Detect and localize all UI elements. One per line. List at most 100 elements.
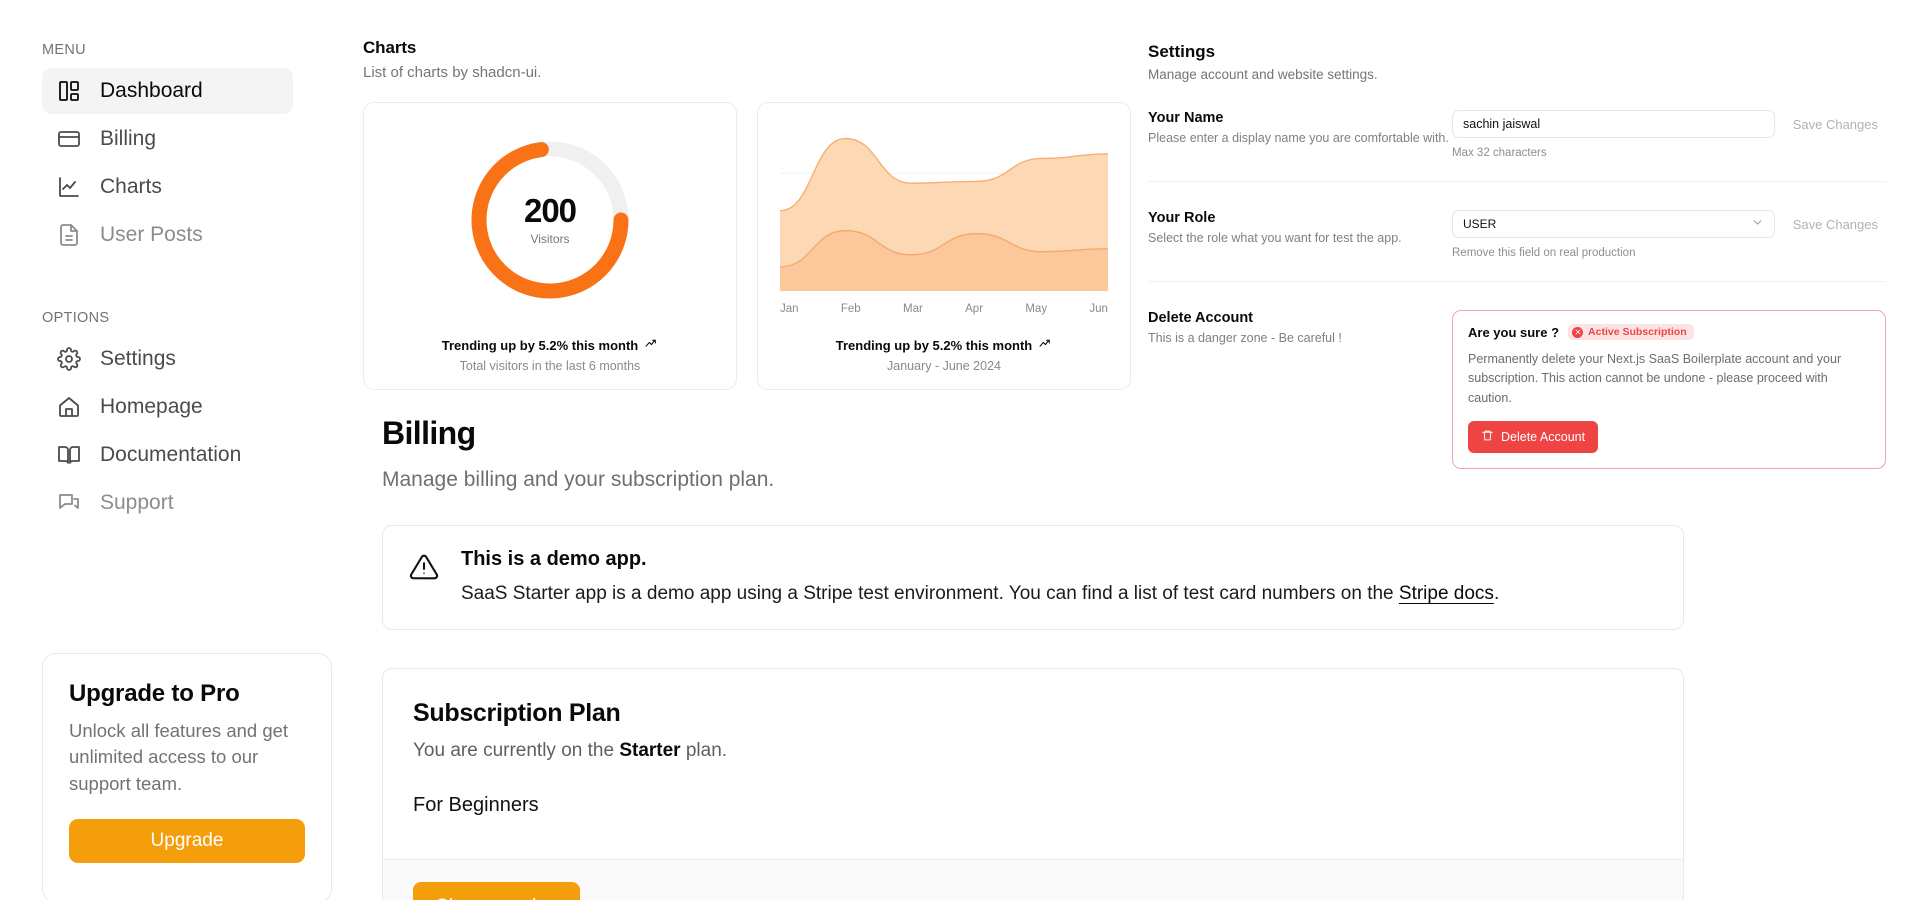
upgrade-to-pro-card: Upgrade to Pro Unlock all features and g…	[42, 653, 332, 900]
sidebar-item-label: Support	[100, 491, 174, 514]
sidebar-group-options-label: OPTIONS	[42, 310, 110, 326]
x-tick: Feb	[840, 302, 861, 315]
charts-section-subtitle: List of charts by shadcn-ui.	[363, 64, 542, 81]
message-square-icon	[56, 490, 82, 516]
sidebar-item-documentation[interactable]: Documentation	[42, 432, 293, 478]
status-badge: Active Subscription	[1568, 324, 1694, 340]
demo-app-alert-content: This is a demo app. SaaS Starter app is …	[461, 548, 1499, 607]
radial-chart-card: 200 Visitors Trending up by 5.2% this mo…	[363, 102, 737, 390]
delete-account-label: Delete Account	[1148, 310, 1254, 326]
settings-row-name-left: Your Name Please enter a display name yo…	[1148, 110, 1452, 159]
billing-section: Billing Manage billing and your subscrip…	[382, 415, 1684, 900]
demo-app-alert-title: This is a demo app.	[461, 548, 647, 570]
your-name-label: Your Name	[1148, 110, 1224, 126]
charts-row: 200 Visitors Trending up by 5.2% this mo…	[363, 102, 1133, 390]
your-role-label: Your Role	[1148, 210, 1216, 226]
sidebar-item-billing[interactable]: Billing	[42, 116, 293, 162]
role-select-value: USER	[1463, 217, 1497, 231]
trending-up-icon	[645, 337, 658, 353]
your-name-help: Please enter a display name you are comf…	[1148, 131, 1449, 145]
radial-chart-value: 200	[523, 192, 577, 229]
sidebar-item-dashboard[interactable]: Dashboard	[42, 68, 293, 114]
sidebar-item-homepage[interactable]: Homepage	[42, 384, 293, 430]
alert-body-before: SaaS Starter app is a demo app using a S…	[461, 583, 1399, 604]
close-circle-icon	[1572, 326, 1584, 338]
sidebar-item-label: Billing	[100, 127, 157, 150]
current-plan-text: You are currently on the Starter plan.	[413, 740, 1653, 762]
sidebar-options-list: Settings Homepage Documentation Support	[0, 336, 335, 526]
sidebar-item-label: Dashboard	[100, 79, 203, 102]
delete-account-help: This is a danger zone - Be careful !	[1148, 331, 1342, 345]
settings-row-name: Your Name Please enter a display name yo…	[1148, 82, 1886, 181]
sidebar-item-label: User Posts	[100, 223, 203, 246]
radial-chart-label: Visitors	[530, 232, 570, 246]
sidebar-item-label: Charts	[100, 175, 162, 198]
radial-chart-footer: Trending up by 5.2% this month Total vis…	[364, 337, 736, 389]
x-tick: Jun	[1089, 302, 1108, 315]
sidebar-item-settings[interactable]: Settings	[42, 336, 293, 382]
sidebar-item-charts[interactable]: Charts	[42, 164, 293, 210]
app-root: MENU Dashboard Billing Charts User Posts…	[0, 0, 1920, 900]
subscription-plan-card: Subscription Plan You are currently on t…	[382, 667, 1684, 900]
role-select[interactable]: USER	[1452, 210, 1775, 238]
name-input[interactable]	[1452, 110, 1775, 138]
area-chart-footer: Trending up by 5.2% this month January -…	[758, 337, 1130, 389]
settings-row-role: Your Role Select the role what you want …	[1148, 181, 1886, 281]
chevron-down-icon	[1751, 216, 1764, 232]
area-chart: Jan Feb Mar Apr May Jun	[758, 126, 1130, 315]
layout-dashboard-icon	[56, 78, 82, 104]
x-tick: Jan	[780, 302, 799, 315]
name-field-note: Max 32 characters	[1452, 147, 1547, 159]
current-plan-before: You are currently on the	[413, 739, 620, 761]
sidebar: MENU Dashboard Billing Charts User Posts…	[0, 0, 335, 900]
subscription-plan-title: Subscription Plan	[413, 698, 621, 727]
trending-up-icon	[1039, 337, 1052, 353]
area-chart-trend: Trending up by 5.2% this month	[758, 337, 1130, 353]
area-chart-xaxis: Jan Feb Mar Apr May Jun	[780, 296, 1108, 315]
danger-zone-question: Are you sure ?	[1468, 324, 1560, 340]
alert-triangle-icon	[409, 552, 439, 587]
save-name-button[interactable]: Save Changes	[1785, 113, 1886, 136]
demo-app-alert-body: SaaS Starter app is a demo app using a S…	[461, 581, 1499, 607]
charts-section: Charts List of charts by shadcn-ui. 200 …	[363, 38, 1133, 390]
save-role-button[interactable]: Save Changes	[1785, 213, 1886, 236]
settings-row-role-right: USER Remove this field on real productio…	[1452, 210, 1886, 259]
choose-a-plan-button[interactable]: Choose a plan	[413, 881, 580, 900]
settings-row-role-left: Your Role Select the role what you want …	[1148, 210, 1452, 259]
role-field-note: Remove this field on real production	[1452, 247, 1636, 259]
billing-subtitle: Manage billing and your subscription pla…	[382, 468, 775, 491]
settings-subtitle: Manage account and website settings.	[1148, 67, 1378, 82]
credit-card-icon	[56, 126, 82, 152]
sidebar-item-user-posts[interactable]: User Posts	[42, 212, 293, 258]
radial-chart-subtext: Total visitors in the last 6 months	[459, 359, 641, 373]
status-badge-label: Active Subscription	[1588, 326, 1687, 338]
billing-title: Billing	[382, 415, 476, 451]
area-chart-trend-text: Trending up by 5.2% this month	[835, 337, 1033, 353]
upgrade-card-title: Upgrade to Pro	[69, 680, 240, 707]
your-role-help: Select the role what you want for test t…	[1148, 231, 1402, 245]
plan-description: For Beginners	[413, 793, 539, 816]
stripe-docs-link[interactable]: Stripe docs	[1399, 583, 1494, 604]
x-tick: Mar	[903, 302, 923, 315]
danger-zone-header: Are you sure ? Active Subscription	[1468, 324, 1870, 340]
x-tick: Apr	[965, 302, 984, 315]
subscription-plan-footer: Choose a plan	[383, 858, 1683, 900]
radial-chart-trend-text: Trending up by 5.2% this month	[441, 337, 639, 353]
line-chart-icon	[56, 174, 82, 200]
sidebar-item-label: Homepage	[100, 395, 203, 418]
upgrade-button[interactable]: Upgrade	[69, 818, 305, 863]
area-chart-svg	[779, 137, 1109, 291]
settings-title: Settings	[1148, 42, 1216, 61]
area-chart-card: Jan Feb Mar Apr May Jun Trending up by 5…	[757, 102, 1131, 390]
gear-icon	[56, 346, 82, 372]
sidebar-item-support[interactable]: Support	[42, 480, 293, 526]
danger-zone-text: Permanently delete your Next.js SaaS Boi…	[1468, 352, 1842, 405]
radial-chart-trend: Trending up by 5.2% this month	[364, 337, 736, 353]
upgrade-card-description: Unlock all features and get unlimited ac…	[69, 720, 289, 794]
x-tick: May	[1025, 302, 1048, 315]
home-icon	[56, 394, 82, 420]
current-plan-after: plan.	[680, 739, 728, 761]
file-text-icon	[56, 222, 82, 248]
sidebar-item-label: Documentation	[100, 443, 242, 466]
settings-row-name-right: Max 32 characters Save Changes	[1452, 110, 1886, 159]
